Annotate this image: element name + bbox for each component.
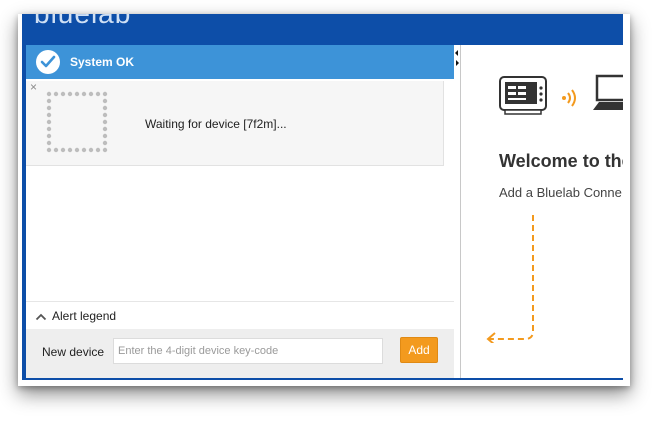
- welcome-title: Welcome to the: [499, 151, 623, 171]
- laptop-icon: [593, 74, 623, 110]
- alert-legend-toggle[interactable]: Alert legend: [26, 301, 454, 330]
- check-circle-icon: [36, 50, 60, 74]
- splitter-arrows-icon: [455, 50, 459, 66]
- add-device-button[interactable]: Add: [400, 337, 438, 363]
- waiting-status-text: Waiting for device [7f2m]...: [145, 117, 287, 131]
- device-card: × Waiting for device [7f2m]...: [26, 81, 444, 166]
- device-keycode-input[interactable]: [113, 338, 383, 364]
- app-window: bluelab System OK ×: [22, 14, 623, 380]
- screenshot-page: bluelab System OK ×: [0, 0, 665, 423]
- device-panel: System OK × Waiting for device [7f2m]...…: [26, 45, 455, 378]
- welcome-subtitle: Add a Bluelab Conne: [499, 185, 622, 200]
- connect-hub-icon: [499, 76, 547, 115]
- close-icon[interactable]: ×: [30, 81, 37, 93]
- new-device-form: New device Add: [26, 329, 454, 378]
- new-device-label: New device: [42, 345, 105, 359]
- status-bar: System OK: [26, 45, 454, 79]
- chevron-up-icon: [35, 309, 47, 327]
- panel-splitter[interactable]: [454, 45, 461, 378]
- device-placeholder-icon: [46, 91, 108, 153]
- welcome-panel: Welcome to the Add a Bluelab Conne: [461, 45, 623, 378]
- dashed-arrow-icon: [486, 215, 534, 343]
- alert-legend-label: Alert legend: [52, 309, 117, 323]
- status-text: System OK: [70, 55, 135, 69]
- brand-logo: bluelab: [34, 14, 131, 30]
- window-content: System OK × Waiting for device [7f2m]...…: [26, 45, 623, 378]
- wireless-signal-icon: [562, 89, 576, 107]
